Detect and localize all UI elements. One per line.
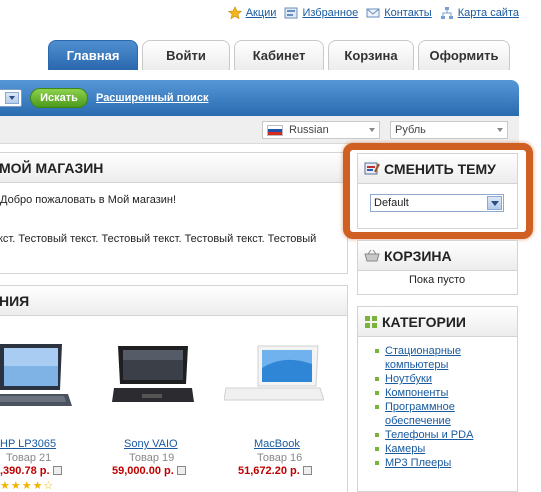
product-code-sony: Товар 19: [129, 452, 175, 464]
category-desktops[interactable]: Стационарные компьютеры: [373, 344, 473, 372]
category-software[interactable]: Программное обеспечение: [373, 400, 463, 428]
product-price-sony-value: 59,000.00 р.: [112, 465, 174, 477]
search-category-select[interactable]: [0, 89, 22, 107]
top-link-favorites[interactable]: Избранное: [284, 6, 358, 20]
tab-cart[interactable]: Корзина: [328, 40, 414, 70]
categories-box-header: КАТЕГОРИИ: [358, 307, 517, 337]
language-select[interactable]: Russian: [262, 121, 380, 139]
product-name-macbook[interactable]: MacBook: [254, 438, 300, 450]
product-price-sony: 59,000.00 р.: [112, 465, 186, 477]
sony-vaio-image[interactable]: [112, 344, 194, 410]
product-name-hp[interactable]: HP LP3065: [0, 438, 56, 450]
search-bar: Искать Расширенный поиск: [0, 80, 519, 116]
chevron-down-icon: [487, 196, 502, 210]
macbook-image[interactable]: [224, 344, 324, 408]
product-code-macbook: Товар 16: [257, 452, 303, 464]
chevron-down-icon: [497, 128, 503, 132]
top-link-contacts-label: Контакты: [384, 7, 432, 19]
chevron-down-icon: [369, 128, 375, 132]
cart-box-header: КОРЗИНА: [358, 241, 517, 271]
theme-select[interactable]: Default: [370, 194, 504, 212]
theme-palette-icon: [364, 162, 380, 174]
cart-box-title: КОРЗИНА: [384, 247, 452, 264]
basket-icon: [364, 249, 380, 261]
product-price-macbook-value: 51,672.20 р.: [238, 465, 300, 477]
new-products-header: НИЯ: [0, 286, 347, 316]
star-icon: [227, 6, 242, 20]
product-price-hp: ,390.78 р.: [0, 465, 62, 477]
change-theme-header: СМЕНИТЬ ТЕМУ: [358, 154, 517, 184]
add-to-cart-icon[interactable]: [52, 466, 62, 475]
tab-checkout[interactable]: Оформить: [418, 40, 510, 70]
welcome-box-title: МОЙ МАГАЗИН: [0, 159, 104, 176]
change-theme-title: СМЕНИТЬ ТЕМУ: [384, 160, 496, 177]
currency-select-value: Рубль: [395, 124, 426, 136]
change-theme-box: СМЕНИТЬ ТЕМУ: [357, 153, 518, 229]
rating-stars-icon: ★★★★☆: [0, 480, 55, 492]
categories-grid-icon: [365, 315, 377, 328]
tab-account[interactable]: Кабинет: [234, 40, 324, 70]
category-phones-pda[interactable]: Телефоны и PDA: [373, 428, 473, 442]
main-nav-tabs: Главная Войти Кабинет Корзина Оформить: [48, 40, 514, 70]
product-code-hp: Товар 21: [6, 452, 52, 464]
top-link-sitemap-label: Карта сайта: [457, 7, 519, 19]
sitemap-icon: [440, 7, 453, 19]
product-price-macbook: 51,672.20 р.: [238, 465, 312, 477]
top-link-promotions-label: Акции: [245, 7, 277, 19]
add-to-cart-icon[interactable]: [176, 466, 186, 475]
new-products-title: НИЯ: [0, 292, 30, 309]
welcome-box: МОЙ МАГАЗИН: [0, 152, 348, 274]
category-components[interactable]: Компоненты: [373, 386, 473, 400]
tab-login[interactable]: Войти: [142, 40, 230, 70]
product-price-hp-value: ,390.78 р.: [0, 465, 50, 477]
cart-empty-status: Пока пусто: [409, 274, 466, 286]
tab-home[interactable]: Главная: [48, 40, 138, 70]
language-select-value: Russian: [289, 124, 329, 136]
favorites-icon: [284, 7, 298, 19]
top-link-contacts[interactable]: Контакты: [366, 6, 432, 20]
theme-select-value: Default: [374, 197, 409, 209]
hp-laptop-image[interactable]: [0, 340, 74, 416]
category-laptops[interactable]: Ноутбуки: [373, 372, 473, 386]
category-cameras[interactable]: Камеры: [373, 442, 473, 456]
search-button[interactable]: Искать: [30, 88, 88, 108]
category-list: Стационарные компьютеры Ноутбуки Компоне…: [373, 344, 473, 470]
top-link-promotions[interactable]: Акции: [227, 6, 277, 20]
options-strip: Russian Рубль: [0, 116, 519, 144]
contacts-icon: [366, 8, 380, 18]
add-to-cart-icon[interactable]: [302, 466, 312, 475]
body-text: кст. Тестовый текст. Тестовый текст. Тес…: [0, 233, 317, 245]
chevron-down-icon: [5, 92, 19, 104]
top-link-favorites-label: Избранное: [302, 7, 359, 19]
product-name-sony[interactable]: Sony VAIO: [124, 438, 178, 450]
categories-box-title: КАТЕГОРИИ: [382, 313, 466, 330]
currency-select[interactable]: Рубль: [390, 121, 508, 139]
top-link-sitemap[interactable]: Карта сайта: [440, 6, 519, 20]
cart-box: КОРЗИНА: [357, 240, 518, 295]
russian-flag-icon: [267, 124, 283, 136]
category-mp3-players[interactable]: MP3 Плееры: [373, 456, 473, 470]
advanced-search-link[interactable]: Расширенный поиск: [96, 92, 208, 104]
welcome-box-header: МОЙ МАГАЗИН: [0, 153, 347, 183]
top-links: Акции Избранное Контакты Карта сайта: [220, 5, 519, 21]
welcome-text: Добро пожаловать в Мой магазин!: [0, 194, 177, 206]
